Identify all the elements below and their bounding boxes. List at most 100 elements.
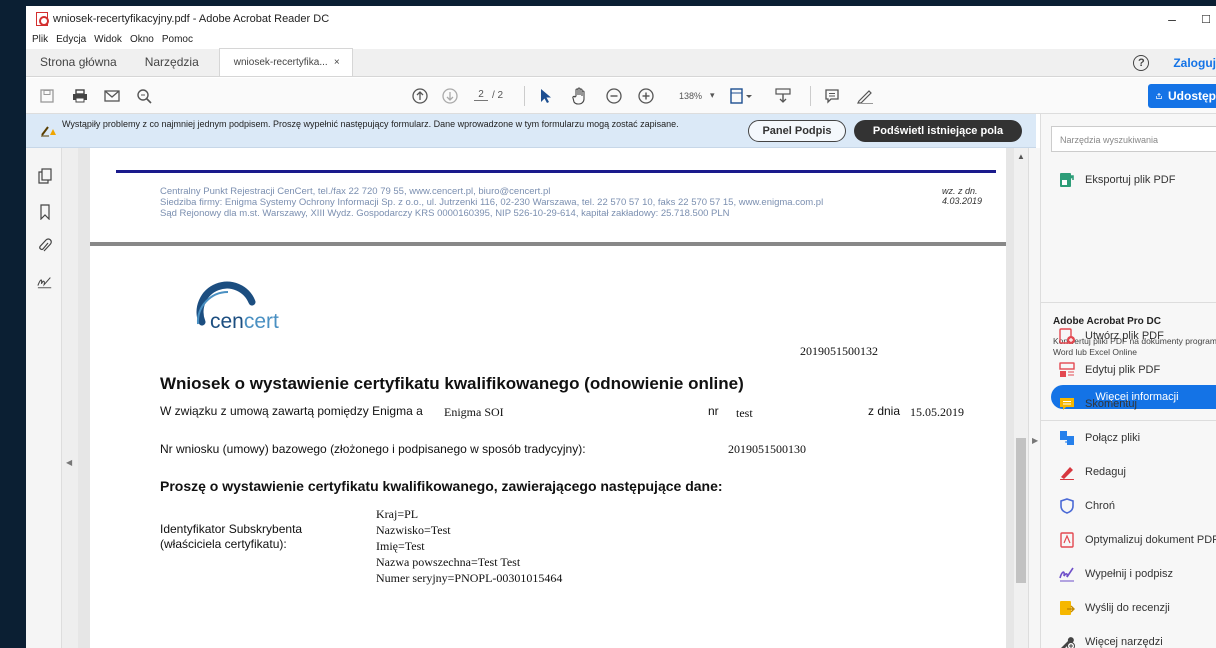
tab-bar: Strona główna Narzędzia wniosek-recertyf…	[26, 48, 1216, 77]
email-icon[interactable]	[104, 88, 120, 104]
header-divider	[90, 242, 1006, 246]
vertical-scrollbar[interactable]: ▲	[1014, 148, 1028, 648]
tool-label: Redaguj	[1085, 466, 1126, 478]
pdf-page: Centralny Punkt Rejestracji CenCert, tel…	[90, 148, 1006, 648]
zoom-out-icon[interactable]	[606, 88, 622, 104]
tool-more-tools[interactable]: Więcej narzędzi	[1059, 632, 1163, 648]
comment-tool-icon	[1060, 398, 1074, 410]
field-common-name: Nazwa powszechna=Test Test	[376, 555, 521, 569]
tool-fill-sign[interactable]: Wypełnij i podpisz	[1059, 564, 1173, 584]
signature-panel-button[interactable]: Panel Podpis	[748, 120, 846, 142]
draw-pen-icon[interactable]	[856, 88, 874, 104]
chevron-up-icon[interactable]: ▲	[1017, 152, 1025, 161]
date-field[interactable]: 15.05.2019	[910, 405, 964, 420]
tab-document[interactable]: wniosek-recertyfika... ×	[218, 48, 353, 76]
base-request-field[interactable]: 2019051500130	[728, 442, 806, 457]
tool-redact[interactable]: Redaguj	[1059, 462, 1126, 482]
page-thumbnails-icon[interactable]	[37, 168, 53, 184]
select-tool-icon[interactable]	[540, 88, 552, 104]
section-title: Proszę o wystawienie certyfikatu kwalifi…	[160, 478, 723, 494]
page-number-field[interactable]: 2 / 2	[474, 89, 503, 101]
tool-comment[interactable]: Skomentuj	[1059, 394, 1137, 414]
scroll-mode-icon[interactable]	[774, 88, 792, 104]
tool-edit-pdf[interactable]: Edytuj plik PDF	[1059, 360, 1160, 380]
current-page-input[interactable]: 2	[474, 89, 488, 101]
subscriber-fields: Kraj=PL Nazwisko=Test Imię=Test Nazwa po…	[376, 506, 562, 586]
tool-label: Utwórz plik PDF	[1085, 330, 1164, 342]
tab-close-icon[interactable]: ×	[334, 57, 340, 68]
redact-icon	[1060, 467, 1074, 480]
tool-create-pdf[interactable]: Utwórz plik PDF	[1059, 326, 1164, 346]
acrobat-window: wniosek-recertyfikacyjny.pdf - Adobe Acr…	[26, 6, 1216, 648]
comment-icon[interactable]	[824, 88, 840, 104]
menu-view[interactable]: Widok	[94, 34, 122, 45]
bookmark-icon[interactable]	[37, 204, 53, 220]
left-panel-toggle[interactable]: ◀	[62, 148, 78, 648]
previous-page-icon[interactable]	[412, 88, 428, 104]
tab-document-label: wniosek-recertyfika...	[233, 57, 328, 68]
date-label: z dnia	[868, 404, 901, 418]
tab-bar-right: ? Zaloguj	[1133, 49, 1216, 77]
scrollbar-thumb[interactable]	[1016, 438, 1026, 583]
acrobat-app-icon	[36, 12, 49, 26]
create-pdf-icon	[1059, 328, 1075, 344]
print-icon[interactable]	[72, 88, 88, 104]
maximize-button[interactable]: ☐	[1186, 6, 1216, 32]
nr-label: nr	[708, 404, 719, 418]
signature-icon[interactable]	[37, 274, 53, 290]
header-line: Sąd Rejonowy dla m.st. Warszawy, XIII Wy…	[160, 208, 730, 219]
tab-home[interactable]: Strona główna	[26, 48, 131, 76]
zoom-dropdown[interactable]: 138% ▾	[679, 90, 715, 101]
header-line: Centralny Punkt Rejestracji CenCert, tel…	[160, 186, 551, 197]
tools-search-input[interactable]: Narzędzia wyszukiwania	[1051, 126, 1216, 152]
document-view[interactable]: Centralny Punkt Rejestracji CenCert, tel…	[78, 148, 1014, 648]
share-button[interactable]: Udostęp	[1148, 84, 1216, 108]
save-icon[interactable]	[40, 88, 54, 104]
toolbar-separator	[810, 86, 811, 106]
fit-page-icon[interactable]	[730, 88, 752, 104]
nr-field[interactable]: test	[736, 406, 753, 421]
main-toolbar: 2 / 2 138% ▾ Udostęp	[26, 78, 1216, 114]
menu-window[interactable]: Okno	[130, 34, 154, 45]
highlight-fields-button[interactable]: Podświetl istniejące pola	[854, 120, 1022, 142]
toolbar-separator	[524, 86, 525, 106]
search-icon[interactable]	[136, 88, 152, 104]
menu-bar: Plik Edycja Widok Okno Pomoc	[26, 30, 201, 48]
attachment-icon[interactable]	[37, 238, 53, 254]
tab-tools[interactable]: Narzędzia	[131, 48, 213, 76]
zoom-value: 138%	[679, 90, 703, 101]
divider	[1041, 420, 1216, 421]
tool-label: Wypełnij i podpisz	[1085, 568, 1173, 580]
tool-protect[interactable]: Chroń	[1059, 496, 1115, 516]
tool-export-pdf[interactable]: Eksportuj plik PDF	[1059, 170, 1175, 190]
request-number: 2019051500132	[800, 344, 878, 358]
next-page-icon[interactable]	[442, 88, 458, 104]
tool-combine-files[interactable]: Połącz pliki	[1059, 428, 1140, 448]
right-pane-toggle[interactable]: ▶	[1028, 148, 1040, 648]
wrench-icon	[1061, 637, 1075, 648]
send-review-icon	[1060, 601, 1075, 615]
menu-edit[interactable]: Edycja	[56, 34, 86, 45]
header-rule	[116, 170, 996, 173]
page-total: / 2	[492, 89, 504, 101]
help-icon[interactable]: ?	[1133, 55, 1150, 71]
tool-optimize-pdf[interactable]: Optymalizuj dokument PDF	[1059, 530, 1216, 550]
tool-label: Edytuj plik PDF	[1085, 364, 1161, 376]
shield-icon	[1060, 498, 1074, 514]
tool-label: Więcej narzędzi	[1085, 636, 1163, 648]
cencert-logo-text: cencert	[210, 310, 279, 333]
combine-files-icon	[1060, 431, 1074, 445]
tool-send-for-review[interactable]: Wyślij do recenzji	[1059, 598, 1170, 618]
menu-file[interactable]: Plik	[32, 34, 48, 45]
tool-label: Optymalizuj dokument PDF	[1085, 534, 1216, 546]
form-version: wz. z dn. 4.03.2019	[942, 186, 983, 206]
optimize-pdf-icon	[1060, 532, 1074, 548]
tool-label: Eksportuj plik PDF	[1085, 174, 1176, 186]
agreement-party-field[interactable]: Enigma SOI	[444, 405, 504, 420]
export-pdf-icon	[1060, 173, 1074, 187]
fill-sign-icon	[1059, 567, 1074, 582]
signin-link[interactable]: Zaloguj	[1173, 56, 1216, 70]
menu-help[interactable]: Pomoc	[162, 34, 193, 45]
hand-tool-icon[interactable]	[572, 87, 588, 105]
zoom-in-icon[interactable]	[638, 88, 654, 104]
